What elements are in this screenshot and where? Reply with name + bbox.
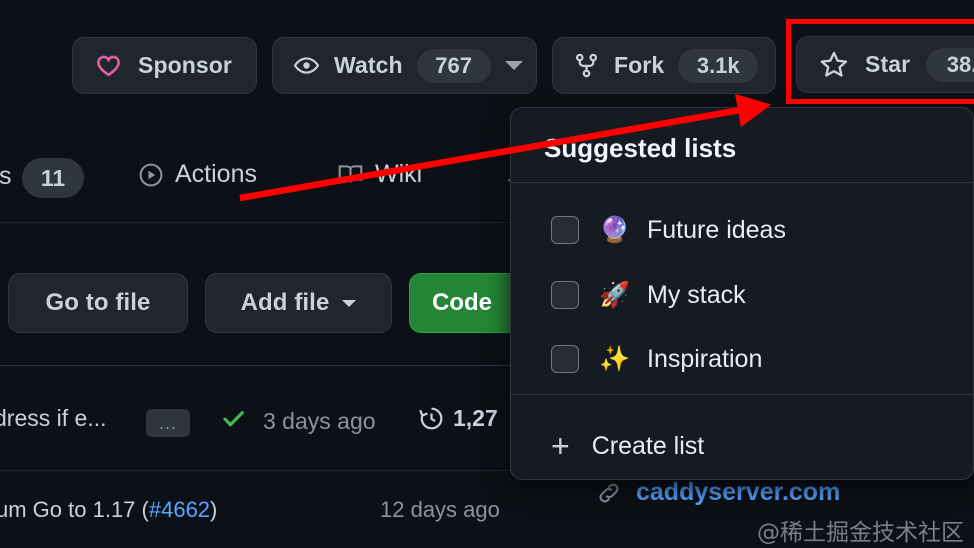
chevron-down-icon[interactable] <box>505 61 523 70</box>
nav-wiki-label: Wiki <box>375 160 422 189</box>
sidebar-item-actions[interactable]: Actions <box>138 160 257 189</box>
nav-projects-label[interactable]: ts <box>0 162 11 191</box>
rocket-icon: 🚀 <box>599 280 627 310</box>
sidebar-item-wiki[interactable]: Wiki <box>337 160 422 189</box>
play-circle-icon <box>138 162 164 188</box>
fork-label: Fork <box>614 52 664 79</box>
check-icon <box>220 405 247 439</box>
star-count: 38.2 <box>926 48 974 82</box>
star-icon <box>819 50 849 80</box>
add-file-label: Add file <box>241 289 330 317</box>
bottom-commit-message[interactable]: um Go to 1.17 (#4662) <box>0 497 217 523</box>
checkbox[interactable] <box>551 345 579 373</box>
fork-icon <box>573 52 600 79</box>
star-button[interactable]: Star 38.2 <box>796 36 974 93</box>
watch-count: 767 <box>417 49 491 83</box>
watermark: @稀土掘金技术社区 <box>757 513 964 547</box>
fork-count: 3.1k <box>678 49 758 83</box>
chevron-down-icon[interactable] <box>342 300 356 307</box>
sparkles-icon: ✨ <box>599 344 627 374</box>
repo-website-link[interactable]: caddyserver.com <box>596 478 840 507</box>
heart-icon <box>95 52 122 79</box>
book-icon <box>337 161 364 188</box>
link-icon <box>596 480 622 506</box>
commit-history-link[interactable]: 1,27 <box>418 405 498 432</box>
eye-icon <box>293 52 320 79</box>
dropdown-title: Suggested lists <box>544 133 736 164</box>
go-to-file-button[interactable]: Go to file <box>8 273 188 333</box>
watch-button[interactable]: Watch 767 <box>272 37 537 94</box>
checkbox[interactable] <box>551 216 579 244</box>
watch-label: Watch <box>334 52 403 79</box>
commit-count: 1,27 <box>453 405 498 432</box>
crystal-ball-icon: 🔮 <box>599 215 627 245</box>
commit-sha-badge[interactable]: ... <box>146 409 190 437</box>
bottom-commit-prefix: um Go to 1.17 ( <box>0 497 149 522</box>
list-item-label: Inspiration <box>647 345 762 374</box>
suggested-lists-dropdown[interactable]: Suggested lists 🔮 Future ideas 🚀 My stac… <box>510 107 974 480</box>
create-list-label: Create list <box>592 432 705 461</box>
code-label: Code <box>432 289 492 317</box>
bottom-commit-time: 12 days ago <box>380 497 500 523</box>
go-to-file-label: Go to file <box>46 289 151 317</box>
commit-divider <box>0 470 560 471</box>
nav-projects-count: 11 <box>22 158 84 198</box>
fork-button[interactable]: Fork 3.1k <box>552 37 776 94</box>
screenshot-root: Sponsor Watch 767 Fork 3.1k Star <box>0 0 974 548</box>
list-item-label: My stack <box>647 281 746 310</box>
add-file-button[interactable]: Add file <box>205 273 392 333</box>
star-label: Star <box>865 51 910 78</box>
list-item[interactable]: 🚀 My stack <box>511 263 974 327</box>
sponsor-label: Sponsor <box>138 52 232 79</box>
checkbox[interactable] <box>551 281 579 309</box>
dropdown-divider <box>511 394 974 395</box>
website-url[interactable]: caddyserver.com <box>636 478 840 507</box>
commit-relative-time: 3 days ago <box>263 408 376 435</box>
history-icon <box>418 405 445 432</box>
create-list-button[interactable]: + Create list <box>511 418 974 474</box>
sponsor-button[interactable]: Sponsor <box>72 37 257 94</box>
list-item-label: Future ideas <box>647 216 786 245</box>
dropdown-divider <box>511 182 974 183</box>
list-item[interactable]: 🔮 Future ideas <box>511 198 974 262</box>
bottom-commit-pr-link[interactable]: #4662 <box>149 497 210 522</box>
nav-actions-label: Actions <box>175 160 257 189</box>
plus-icon: + <box>551 432 570 460</box>
bottom-commit-suffix: ) <box>210 497 217 522</box>
list-item[interactable]: ✨ Inspiration <box>511 327 974 391</box>
commit-message[interactable]: dress if e... <box>0 405 106 432</box>
